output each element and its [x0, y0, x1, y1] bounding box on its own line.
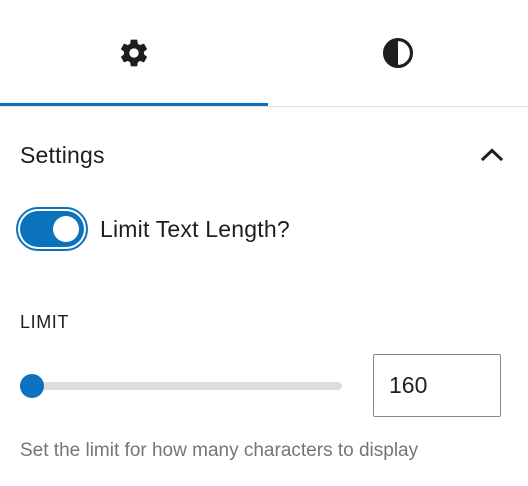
- active-tab-indicator: [0, 103, 268, 106]
- tab-styles[interactable]: [268, 0, 528, 106]
- limit-text-toggle-label[interactable]: Limit Text Length?: [100, 216, 290, 243]
- toggle-track: [20, 211, 84, 247]
- limit-help-text: Set the limit for how many characters to…: [20, 440, 419, 461]
- settings-panel-toggle[interactable]: Settings: [0, 132, 528, 178]
- contrast-icon: [381, 36, 415, 70]
- chevron-up-icon: [478, 144, 506, 166]
- limit-text-toggle[interactable]: [16, 207, 88, 251]
- slider-thumb[interactable]: [20, 374, 44, 398]
- slider-rail: [20, 382, 342, 390]
- gear-icon: [118, 37, 150, 69]
- sidebar-tabs: [0, 0, 528, 107]
- limit-text-toggle-row: Limit Text Length?: [16, 206, 496, 252]
- toggle-thumb: [53, 216, 79, 242]
- limit-number-input[interactable]: [373, 354, 501, 417]
- limit-slider[interactable]: [20, 372, 342, 400]
- panel-title: Settings: [20, 142, 105, 168]
- tab-settings[interactable]: [0, 0, 268, 106]
- limit-label: LIMIT: [20, 312, 70, 332]
